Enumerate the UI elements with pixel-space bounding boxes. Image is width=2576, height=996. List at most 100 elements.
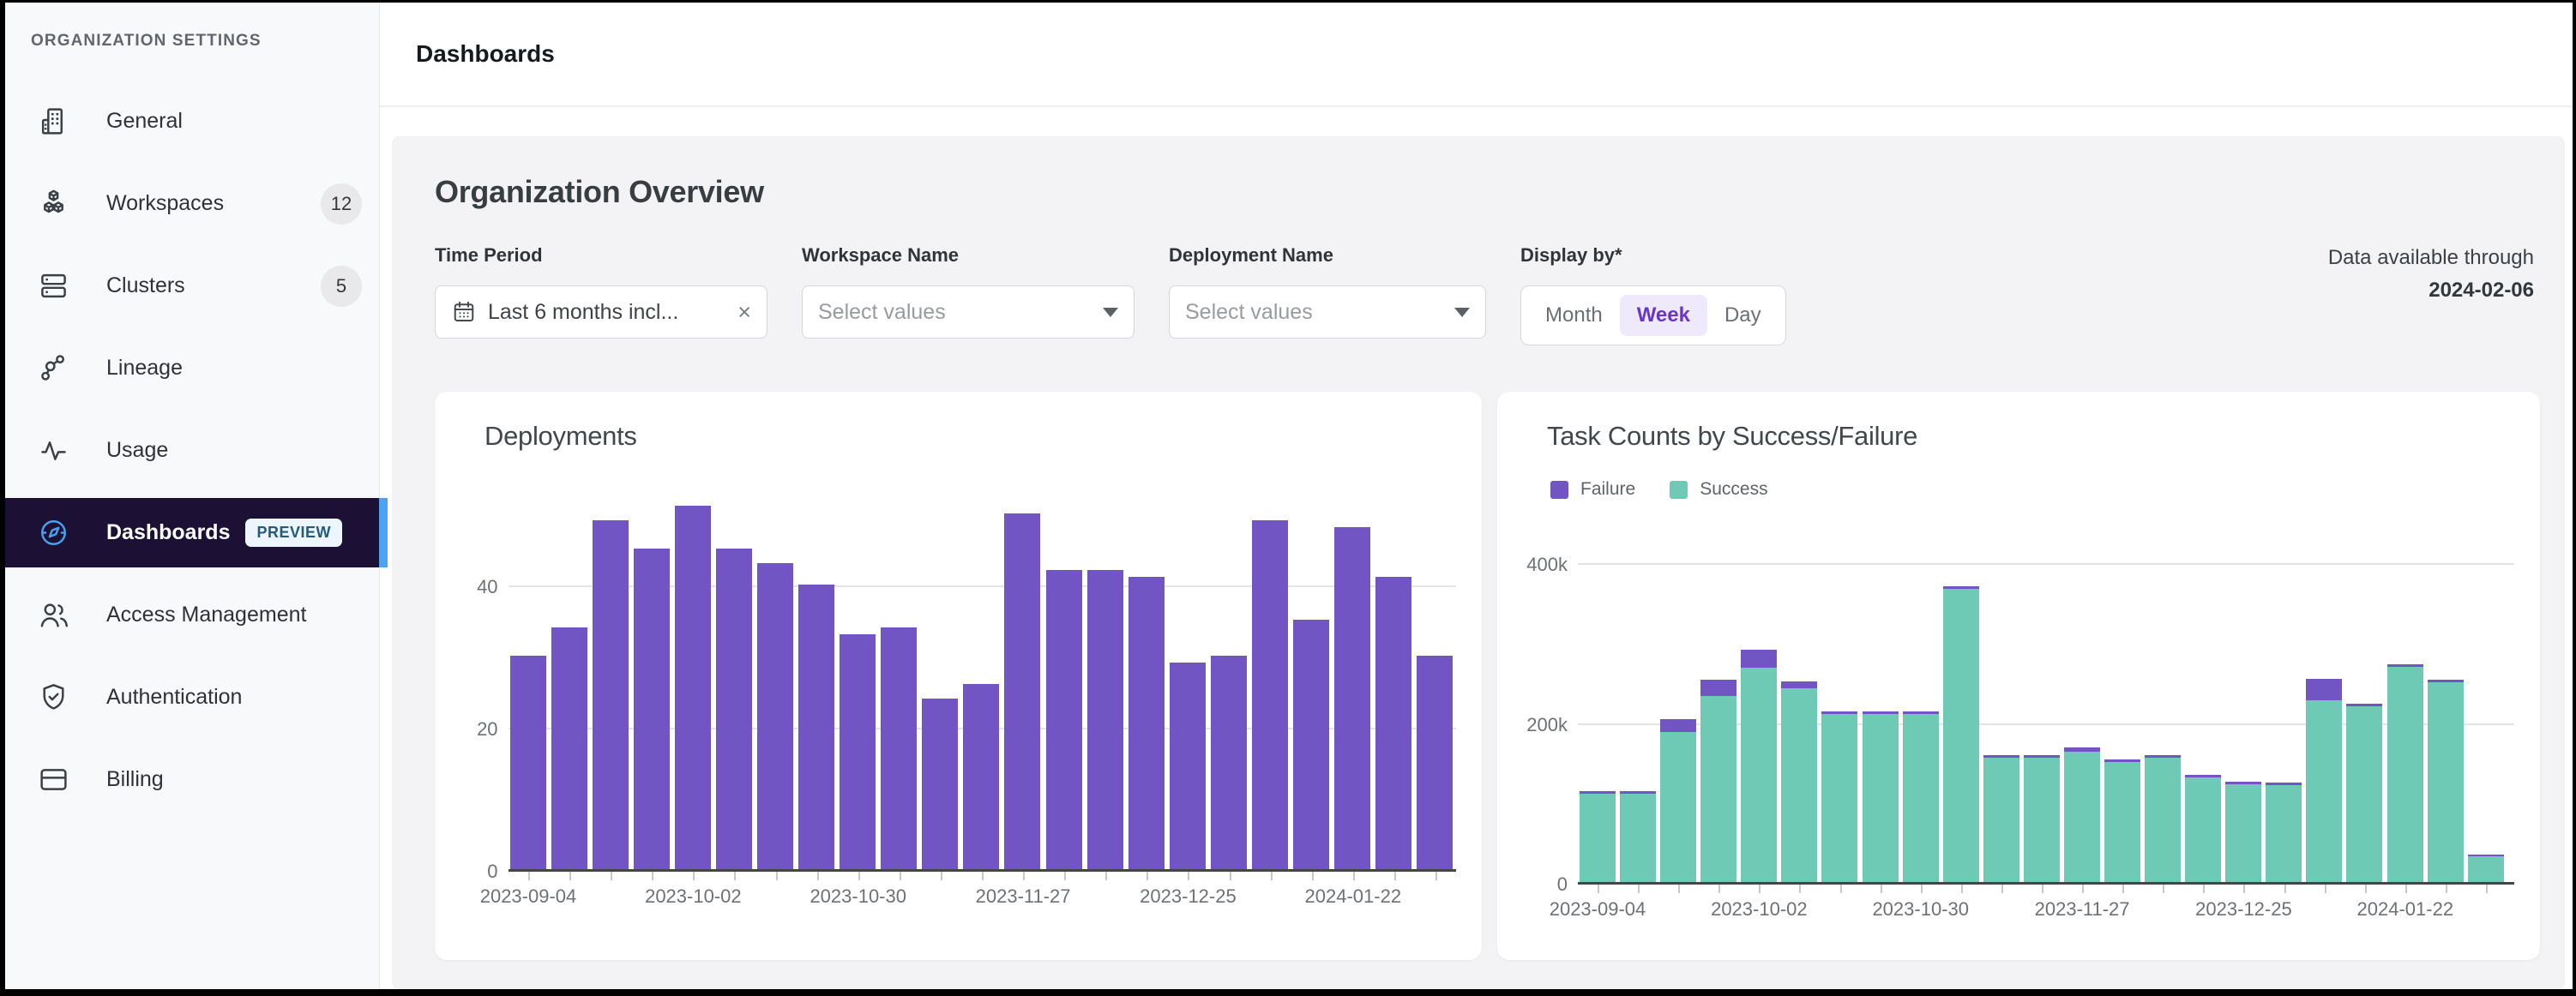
sidebar-item-clusters[interactable]: Clusters 5 — [5, 251, 379, 321]
stacked-bar-2024-01-29[interactable] — [2428, 680, 2464, 882]
stacked-bar-2024-01-22[interactable] — [2387, 664, 2423, 882]
failure-segment — [1781, 681, 1817, 688]
stacked-bar-2023-10-30[interactable] — [1903, 711, 1939, 882]
stacked-bar-2023-09-04[interactable] — [1580, 791, 1616, 882]
success-segment — [2104, 762, 2140, 882]
task-counts-chart: 0200k400k2023-09-042023-10-022023-10-302… — [1521, 541, 2514, 924]
sidebar-item-lineage[interactable]: Lineage — [5, 333, 379, 403]
bar-2023-09-11[interactable] — [551, 627, 587, 869]
overview-title: Organization Overview — [435, 174, 2534, 210]
servers-icon — [38, 270, 69, 302]
sidebar-item-usage[interactable]: Usage — [5, 416, 379, 485]
plot-row: 02040 — [459, 501, 1456, 872]
stacked-bar-2023-11-13[interactable] — [1983, 755, 2019, 882]
stacked-bar-2024-02-05[interactable] — [2468, 855, 2504, 882]
stacked-bar-2023-11-20[interactable] — [2024, 755, 2060, 882]
x-tick-mark — [2042, 885, 2043, 893]
time-period-input[interactable]: Last 6 months incl... × — [435, 285, 767, 339]
toggle-option-week[interactable]: Week — [1620, 295, 1707, 336]
stacked-bar-2023-10-16[interactable] — [1821, 711, 1857, 882]
bar-2023-12-04[interactable] — [1046, 570, 1082, 869]
bar-2024-01-29[interactable] — [1375, 577, 1411, 869]
stacked-bar-2023-10-23[interactable] — [1863, 711, 1899, 882]
bar-2024-01-22[interactable] — [1334, 527, 1370, 869]
stacked-bar-2023-12-04[interactable] — [2104, 759, 2140, 882]
stacked-bar-2023-12-11[interactable] — [2145, 755, 2181, 882]
stacked-bar-2024-01-08[interactable] — [2306, 679, 2342, 882]
gridline — [1578, 563, 2514, 565]
success-segment — [1903, 714, 1939, 882]
bar-2023-10-30[interactable] — [840, 634, 876, 869]
x-tick-mark — [2325, 885, 2326, 893]
x-tick-mark — [1598, 885, 1599, 893]
success-segment — [2306, 700, 2342, 882]
success-segment — [1660, 732, 1696, 882]
stacked-bar-2023-09-25[interactable] — [1700, 680, 1736, 882]
bar-2024-01-15[interactable] — [1293, 620, 1329, 869]
bar-2023-12-18[interactable] — [1129, 577, 1165, 869]
x-tick-label: 2023-12-25 — [1140, 885, 1237, 908]
clusters-count-badge: 5 — [321, 266, 362, 307]
bar-2023-12-11[interactable] — [1087, 570, 1123, 869]
x-tick-mark — [611, 872, 612, 880]
sidebar: ORGANIZATION SETTINGS General Workspaces… — [5, 3, 380, 989]
sidebar-item-access-management[interactable]: Access Management — [5, 580, 379, 650]
bar-2023-10-16[interactable] — [757, 563, 793, 869]
bar-2023-11-13[interactable] — [922, 699, 958, 869]
deployment-name-select[interactable]: Select values — [1169, 285, 1486, 339]
bar-2023-10-23[interactable] — [798, 585, 834, 869]
bar-2024-01-08[interactable] — [1252, 520, 1288, 869]
stacked-bar-2023-09-18[interactable] — [1660, 719, 1696, 882]
success-segment — [2468, 856, 2504, 882]
bar-2023-11-06[interactable] — [881, 627, 917, 869]
workspace-name-select[interactable]: Select values — [802, 285, 1135, 339]
toggle-option-day[interactable]: Day — [1707, 295, 1779, 336]
deployments-chart-title: Deployments — [485, 421, 1456, 452]
y-tick-label: 0 — [487, 861, 497, 883]
x-tick-mark — [2122, 885, 2124, 893]
bar-2023-11-27[interactable] — [1004, 513, 1040, 869]
x-tick-mark — [776, 872, 778, 880]
sidebar-item-workspaces[interactable]: Workspaces 12 — [5, 169, 379, 238]
toggle-option-month[interactable]: Month — [1528, 295, 1620, 336]
bar-2023-09-04[interactable] — [510, 656, 546, 869]
stacked-bar-2023-12-25[interactable] — [2225, 782, 2261, 882]
sidebar-item-dashboards[interactable]: Dashboards PREVIEW — [5, 498, 379, 567]
bar-2023-11-20[interactable] — [963, 684, 999, 869]
x-tick-mark — [1312, 872, 1314, 880]
success-segment — [2185, 777, 2221, 882]
bar-2023-09-18[interactable] — [593, 520, 629, 869]
success-segment — [2387, 667, 2423, 882]
success-segment — [1781, 688, 1817, 882]
x-tick-mark — [652, 872, 653, 880]
stacked-bar-2024-01-01[interactable] — [2266, 783, 2302, 882]
main-area: Dashboards Organization Overview Time Pe… — [380, 3, 2573, 989]
x-tick-mark — [1188, 872, 1189, 880]
success-segment — [1580, 794, 1616, 882]
success-segment — [1821, 714, 1857, 882]
bar-2023-09-25[interactable] — [634, 549, 670, 869]
stacked-bar-2023-11-27[interactable] — [2064, 747, 2100, 882]
sidebar-item-billing[interactable]: Billing — [5, 745, 379, 814]
sidebar-item-general[interactable]: General — [5, 87, 379, 156]
sidebar-item-label: Clusters — [106, 273, 185, 298]
bar-2024-02-05[interactable] — [1417, 656, 1453, 869]
bar-2023-12-25[interactable] — [1170, 663, 1206, 869]
stacked-bar-2024-01-15[interactable] — [2346, 704, 2382, 882]
stacked-bar-2023-12-18[interactable] — [2185, 775, 2221, 882]
stacked-bar-2023-10-09[interactable] — [1781, 681, 1817, 882]
display-by-toggle: Month Week Day — [1520, 285, 1786, 345]
stacked-bar-2023-09-11[interactable] — [1620, 791, 1656, 882]
bar-2024-01-01[interactable] — [1211, 656, 1247, 869]
stacked-bar-2023-11-06[interactable] — [1943, 586, 1979, 882]
sidebar-item-label: Usage — [106, 438, 168, 463]
bar-2023-10-02[interactable] — [675, 506, 711, 869]
success-segment — [2064, 752, 2100, 882]
clear-filter-icon[interactable]: × — [737, 301, 751, 324]
x-axis: 2023-09-042023-10-022023-10-302023-11-27… — [509, 872, 1464, 911]
task-counts-chart-title: Task Counts by Success/Failure — [1547, 421, 2514, 452]
deployments-card: Deployments 020402023-09-042023-10-02202… — [435, 392, 1482, 960]
sidebar-item-authentication[interactable]: Authentication — [5, 663, 379, 732]
stacked-bar-2023-10-02[interactable] — [1741, 650, 1777, 882]
bar-2023-10-09[interactable] — [716, 549, 752, 869]
